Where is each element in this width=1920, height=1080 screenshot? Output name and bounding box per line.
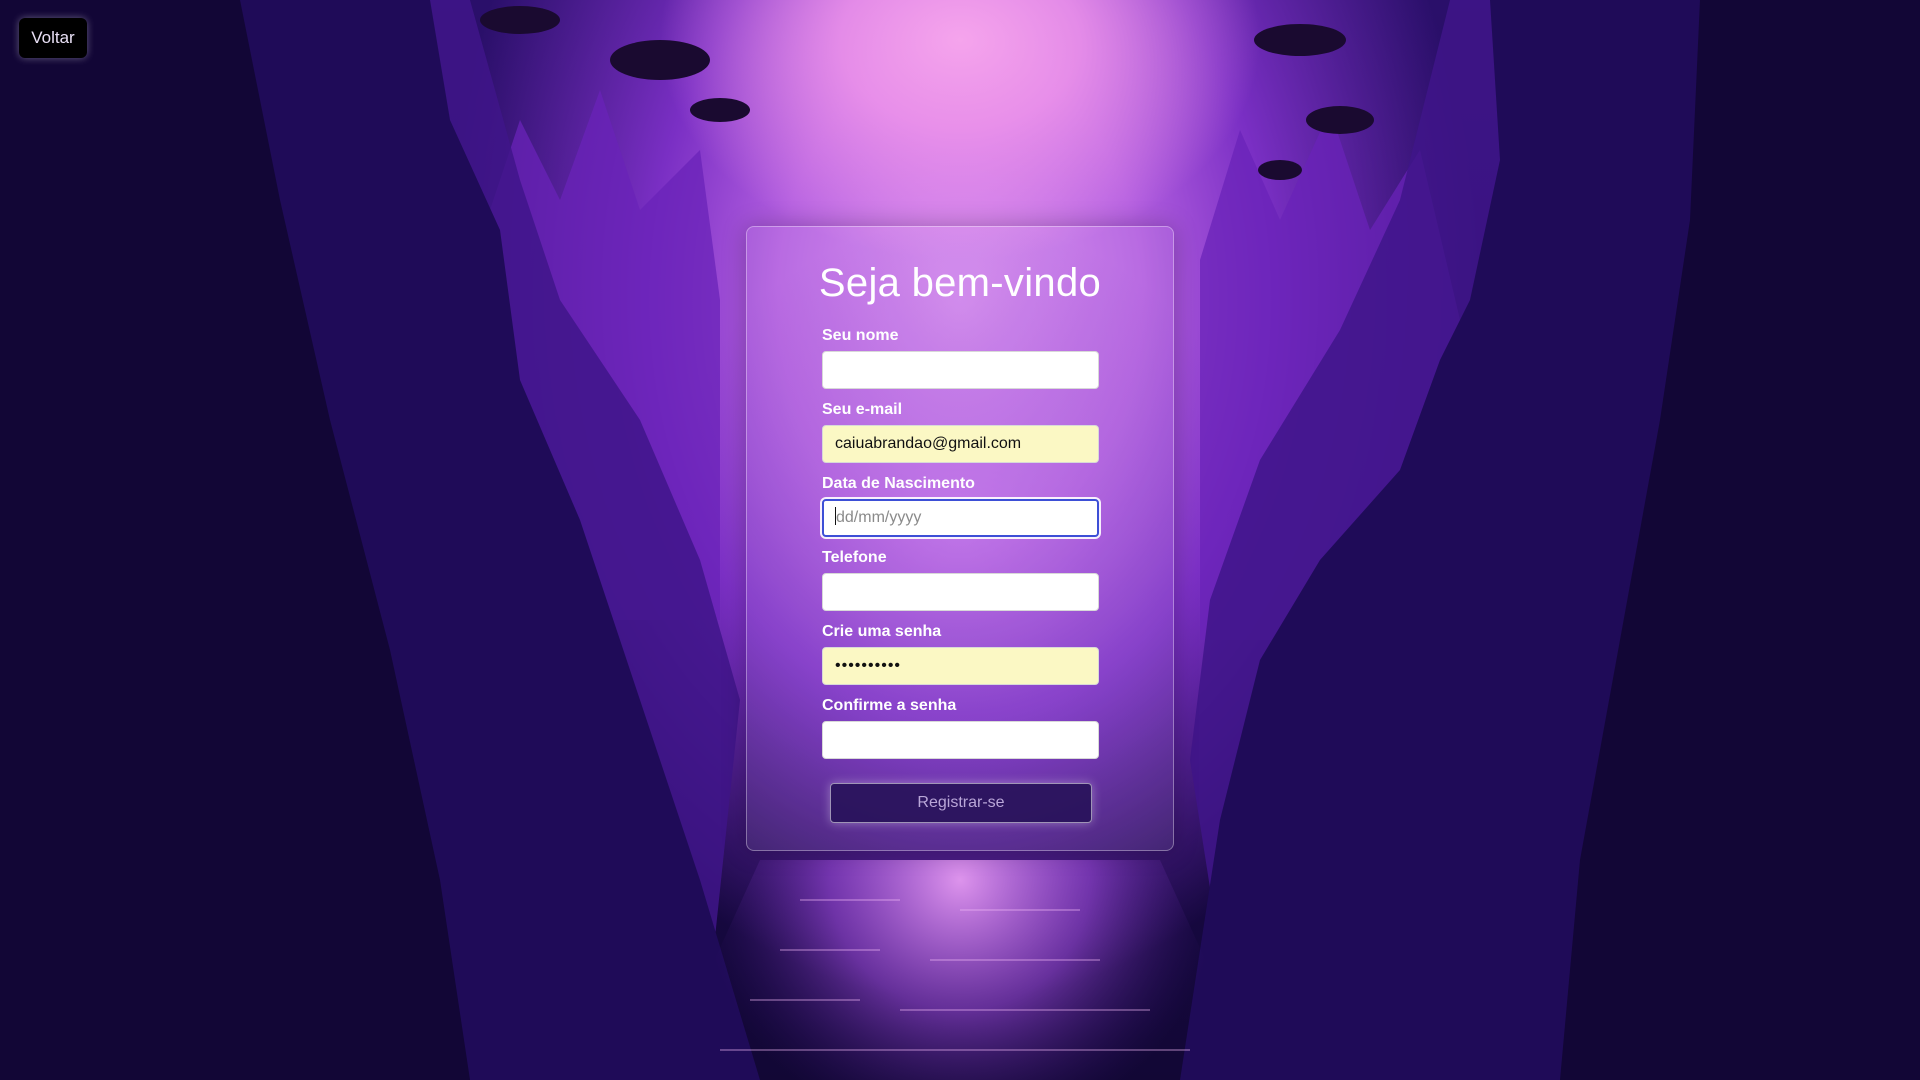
name-field-group: Seu nome [822, 327, 1099, 389]
phone-label: Telefone [822, 549, 887, 566]
phone-field-group: Telefone [822, 549, 1099, 611]
confirm-password-input[interactable] [822, 721, 1099, 759]
email-field-group: Seu e-mail caiuabrandao@gmail.com [822, 401, 1099, 463]
name-input[interactable] [822, 351, 1099, 389]
birthdate-input[interactable]: dd/mm/yyyy [822, 499, 1099, 537]
email-input[interactable]: caiuabrandao@gmail.com [822, 425, 1099, 463]
register-button[interactable]: Registrar-se [830, 783, 1092, 823]
password-input[interactable]: •••••••••• [822, 647, 1099, 685]
birthdate-field-group: Data de Nascimento dd/mm/yyyy [822, 475, 1099, 537]
confirm-password-label: Confirme a senha [822, 697, 957, 714]
password-field-group: Crie uma senha •••••••••• [822, 623, 1099, 685]
birthdate-label: Data de Nascimento [822, 475, 975, 492]
password-label: Crie uma senha [822, 623, 942, 640]
page-title: Seja bem-vindo [818, 261, 1102, 305]
confirm-password-field-group: Confirme a senha [822, 697, 1099, 759]
registration-card: Seja bem-vindo Seu nome Seu e-mail caiua… [746, 226, 1174, 851]
phone-input[interactable] [822, 573, 1099, 611]
back-button[interactable]: Voltar [19, 18, 87, 58]
email-label: Seu e-mail [822, 401, 903, 418]
birthdate-placeholder: dd/mm/yyyy [836, 509, 922, 526]
name-label: Seu nome [822, 327, 899, 344]
